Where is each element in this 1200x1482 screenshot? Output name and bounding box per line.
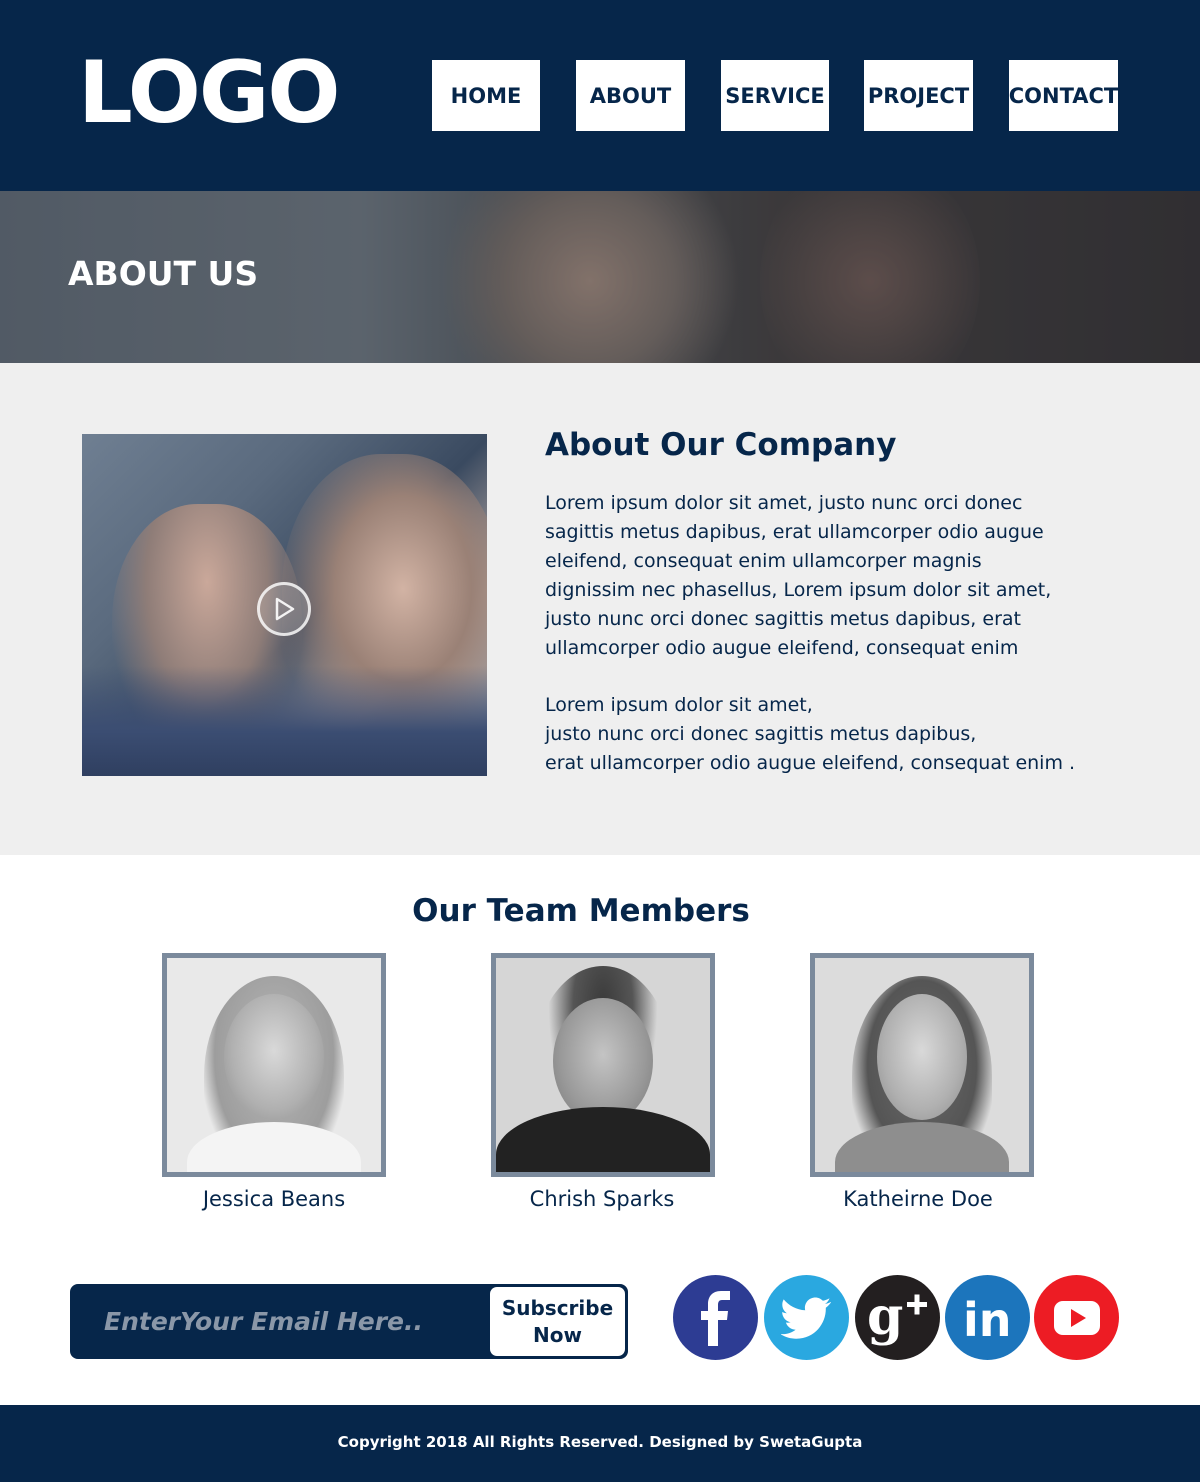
site-header: LOGO HOME ABOUT SERVICE PROJECT CONTACT <box>0 0 1200 191</box>
page-title: ABOUT US <box>68 254 259 293</box>
newsletter-form: Subscribe Now <box>70 1284 628 1359</box>
hero-banner: ABOUT US <box>0 191 1200 363</box>
team-heading: Our Team Members <box>412 893 750 929</box>
svg-text:in: in <box>963 1296 1012 1340</box>
team-member-photo[interactable] <box>491 953 715 1177</box>
about-heading: About Our Company <box>545 427 897 463</box>
play-button[interactable] <box>257 582 311 636</box>
team-member-photo[interactable] <box>162 953 386 1177</box>
subscribe-button[interactable]: Subscribe Now <box>490 1287 625 1356</box>
google-plus-icon[interactable]: g <box>855 1275 940 1360</box>
facebook-icon[interactable] <box>673 1275 758 1360</box>
nav-about[interactable]: ABOUT <box>576 60 685 131</box>
svg-text:g: g <box>867 1288 903 1347</box>
team-member-name: Jessica Beans <box>202 1187 346 1211</box>
play-icon <box>275 597 295 621</box>
about-paragraph: Lorem ipsum dolor sit amet, justo nunc o… <box>545 492 1052 659</box>
nav-home[interactable]: HOME <box>432 60 540 131</box>
team-member-name: Chrish Sparks <box>529 1187 675 1211</box>
email-input[interactable] <box>88 1292 488 1351</box>
site-logo[interactable]: LOGO <box>78 48 341 138</box>
linkedin-icon[interactable]: in <box>945 1275 1030 1360</box>
site-footer: Copyright 2018 All Rights Reserved. Desi… <box>0 1405 1200 1482</box>
team-member-name: Katheirne Doe <box>843 1187 993 1211</box>
nav-contact[interactable]: CONTACT <box>1009 60 1118 131</box>
copyright-text: Copyright 2018 All Rights Reserved. Desi… <box>337 1433 863 1451</box>
about-section: About Our Company Lorem ipsum dolor sit … <box>0 363 1200 855</box>
nav-project[interactable]: PROJECT <box>864 60 973 131</box>
team-member-photo[interactable] <box>810 953 1034 1177</box>
twitter-icon[interactable] <box>764 1275 849 1360</box>
about-paragraph: Lorem ipsum dolor sit amet, justo nunc o… <box>545 694 1076 774</box>
youtube-icon[interactable] <box>1034 1275 1119 1360</box>
nav-service[interactable]: SERVICE <box>721 60 829 131</box>
about-video-thumbnail[interactable] <box>82 434 487 776</box>
